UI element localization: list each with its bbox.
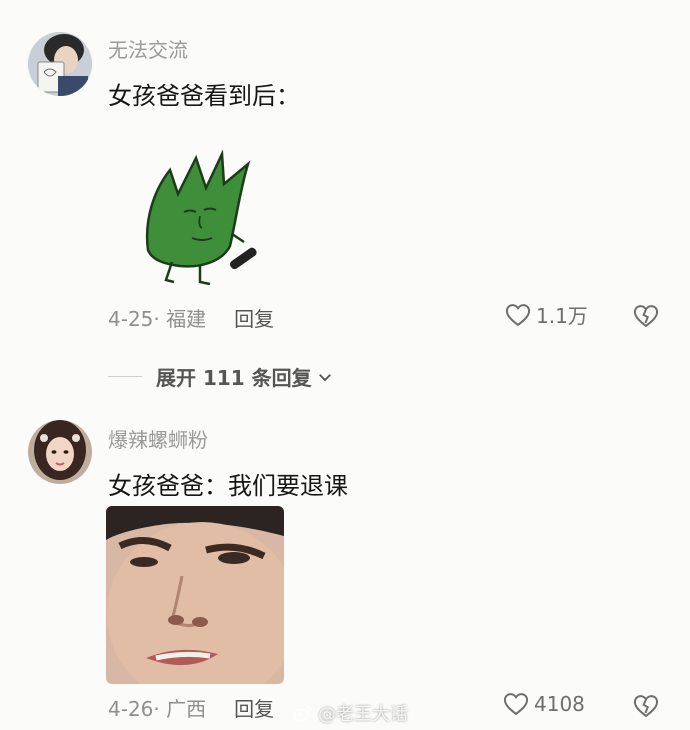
like-count: 1.1万 xyxy=(536,304,588,328)
avatar[interactable] xyxy=(28,32,92,96)
reply-button[interactable]: 回复 xyxy=(234,693,274,722)
avatar[interactable] xyxy=(28,420,92,484)
comment-meta: 4-26· 广西 回复 xyxy=(108,693,274,722)
dislike-button[interactable] xyxy=(632,692,660,720)
like-button[interactable]: 1.1万 xyxy=(504,300,588,329)
weibo-logo-icon xyxy=(293,705,312,722)
green-leaf-face-sticker[interactable] xyxy=(140,150,264,290)
broken-heart-icon xyxy=(633,305,659,328)
like-count: 4108 xyxy=(534,692,585,716)
watermark: @老王大话 xyxy=(292,700,408,726)
expand-replies-label: 展开 111 条回复 xyxy=(156,366,312,390)
date-location: 4-25· 福建 xyxy=(108,307,207,331)
username[interactable]: 无法交流 xyxy=(108,34,188,63)
divider xyxy=(108,376,142,377)
comment-text: 女孩爸爸：我们要退课 xyxy=(108,472,348,500)
avatar-image xyxy=(28,420,92,484)
date-location: 4-26· 广西 xyxy=(108,697,207,721)
expand-replies-button[interactable]: 展开 111 条回复 xyxy=(108,362,334,391)
dislike-button[interactable] xyxy=(632,302,660,330)
reply-button[interactable]: 回复 xyxy=(234,303,274,332)
heart-outline-icon xyxy=(505,303,531,326)
face-closeup-image xyxy=(106,506,284,684)
avatar-image xyxy=(28,32,92,96)
chevron-down-icon xyxy=(318,373,331,381)
broken-heart-icon xyxy=(633,695,659,718)
heart-outline-icon xyxy=(503,693,529,716)
face-closeup-sticker[interactable] xyxy=(106,506,284,684)
username[interactable]: 爆辣螺蛳粉 xyxy=(108,424,208,453)
watermark-text: @老王大话 xyxy=(318,704,408,725)
comment-text: 女孩爸爸看到后： xyxy=(108,82,300,110)
like-button[interactable]: 4108 xyxy=(502,690,585,718)
comment-meta: 4-25· 福建 回复 xyxy=(108,303,274,332)
